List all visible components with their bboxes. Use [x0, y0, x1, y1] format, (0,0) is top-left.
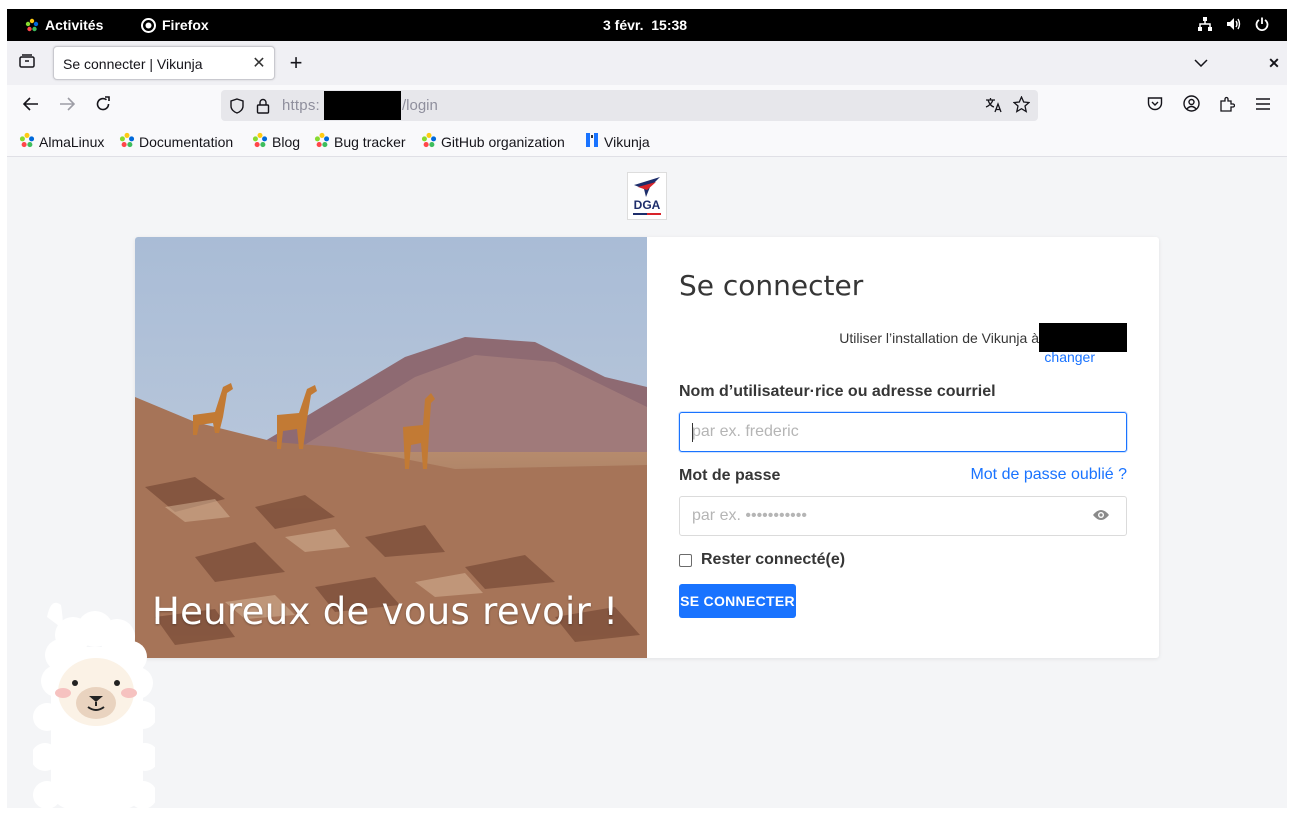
vicuna-landscape-image: Heureux de vous revoir !: [135, 237, 647, 658]
almalinux-icon: [25, 18, 39, 32]
hamburger-menu-icon: [1256, 97, 1270, 115]
almalinux-icon: [119, 132, 135, 151]
tab-strip: Se connecter | Vikunja ✕ + ✕: [7, 41, 1287, 85]
pocket-icon: [1147, 96, 1163, 116]
chevron-down-icon: [1194, 54, 1208, 72]
url-bar[interactable]: https: /login: [221, 90, 1038, 121]
login-button[interactable]: SE CONNECTER: [679, 584, 796, 618]
page-title: Se connecter: [679, 269, 864, 302]
app-name: Firefox: [162, 17, 209, 33]
bookmarks-toolbar: AlmaLinux Documentation Blog Bug tracker…: [7, 126, 1287, 157]
bookmark-blog[interactable]: Blog: [252, 132, 300, 151]
bookmark-almalinux[interactable]: AlmaLinux: [19, 132, 104, 151]
close-window-button[interactable]: ✕: [1259, 50, 1287, 76]
new-tab-button[interactable]: +: [281, 50, 311, 76]
show-password-eye-icon[interactable]: [1092, 508, 1110, 527]
url-path: /login: [402, 97, 438, 114]
remember-checkbox[interactable]: [679, 553, 692, 567]
pocket-button[interactable]: [1140, 93, 1170, 119]
remember-me[interactable]: Rester connecté(e): [679, 551, 845, 569]
redacted-host: [324, 91, 401, 120]
reload-button[interactable]: [88, 93, 118, 119]
firefox-icon: [141, 17, 156, 33]
password-placeholder: par ex. •••••••••••: [692, 507, 807, 524]
redacted-server-url: [1039, 323, 1127, 352]
remember-label: Rester connecté(e): [701, 551, 846, 568]
datetime-label: 3 févr. 15:38: [603, 17, 688, 33]
system-top-bar: Activités Firefox 3 févr. 15:38: [7, 9, 1287, 41]
lock-icon[interactable]: [256, 98, 270, 119]
forgot-password-link[interactable]: Mot de passe oublié ?: [970, 466, 1127, 484]
volume-icon: [1226, 17, 1241, 31]
bookmark-label: Bug tracker: [334, 133, 406, 150]
tab-vikunja[interactable]: Se connecter | Vikunja ✕: [53, 46, 275, 80]
almalinux-icon: [19, 132, 35, 151]
tracking-protection-icon[interactable]: [230, 98, 244, 119]
account-icon: [1182, 95, 1200, 117]
hero-caption: Heureux de vous revoir !: [152, 590, 619, 633]
app-menu-button[interactable]: [1248, 93, 1278, 119]
bookmark-documentation[interactable]: Documentation: [119, 132, 233, 151]
login-card: Heureux de vous revoir ! Se connecter Ut…: [135, 237, 1159, 658]
forward-button[interactable]: [52, 93, 82, 119]
bookmark-label: GitHub organization: [441, 133, 565, 150]
arrow-right-icon: [59, 96, 76, 116]
close-icon: ✕: [1268, 54, 1280, 71]
activities-label: Activités: [45, 17, 104, 33]
login-form: Se connecter Utiliser l’installation de …: [679, 237, 1127, 658]
reload-icon: [95, 95, 111, 117]
page-content: DGA Heureux de vous revoir ! Se connecte…: [7, 157, 1287, 808]
dga-logo: DGA: [627, 172, 667, 220]
translate-icon[interactable]: [985, 97, 1003, 118]
vikunja-icon: [584, 132, 600, 151]
activities-button[interactable]: Activités: [25, 17, 103, 33]
bookmark-label: Blog: [272, 133, 301, 150]
list-all-tabs-button[interactable]: [1186, 50, 1216, 76]
navigation-toolbar: https: /login: [7, 85, 1287, 126]
username-input[interactable]: par ex. frederic: [679, 412, 1127, 452]
app-menu[interactable]: Firefox: [141, 17, 209, 33]
change-server-link[interactable]: changer: [1044, 349, 1095, 365]
almalinux-icon: [252, 132, 268, 151]
text-caret: [692, 423, 693, 442]
url-scheme: https:: [282, 97, 320, 114]
tab-title: Se connecter | Vikunja: [63, 56, 203, 72]
username-placeholder: par ex. frederic: [692, 423, 799, 440]
bookmark-label: Vikunja: [604, 133, 650, 150]
llama-mascot-illustration: [31, 597, 159, 808]
close-tab-icon[interactable]: ✕: [249, 53, 269, 73]
bookmark-label: Documentation: [139, 133, 234, 150]
install-text: Utiliser l’installation de Vikunja à: [839, 330, 1039, 347]
plus-icon: +: [289, 50, 303, 75]
power-icon: [1255, 17, 1269, 31]
firefox-view-icon: [19, 53, 35, 73]
network-icon: [1198, 17, 1212, 31]
password-input[interactable]: par ex. •••••••••••: [679, 496, 1127, 536]
system-status-area[interactable]: [1198, 17, 1269, 31]
account-button[interactable]: [1176, 93, 1206, 119]
firefox-view-button[interactable]: [12, 50, 42, 76]
bookmark-bug-tracker[interactable]: Bug tracker: [314, 132, 406, 151]
bookmark-label: AlmaLinux: [39, 133, 105, 150]
almalinux-icon: [421, 132, 437, 151]
screen: Activités Firefox 3 févr. 15:38 Se conne…: [7, 9, 1287, 808]
logo-text: DGA: [634, 198, 661, 212]
username-label: Nom d’utilisateur·rice ou adresse courri…: [679, 383, 996, 400]
extensions-button[interactable]: [1212, 93, 1242, 119]
bookmark-star-icon[interactable]: [1012, 95, 1031, 118]
password-label: Mot de passe: [679, 467, 781, 484]
almalinux-icon: [314, 132, 330, 151]
puzzle-icon: [1219, 96, 1236, 117]
bookmark-github-organization[interactable]: GitHub organization: [421, 132, 565, 151]
arrow-left-icon: [22, 96, 39, 116]
clock[interactable]: 3 févr. 15:38: [603, 17, 687, 33]
bookmark-vikunja[interactable]: Vikunja: [584, 132, 650, 151]
back-button[interactable]: [16, 93, 46, 119]
